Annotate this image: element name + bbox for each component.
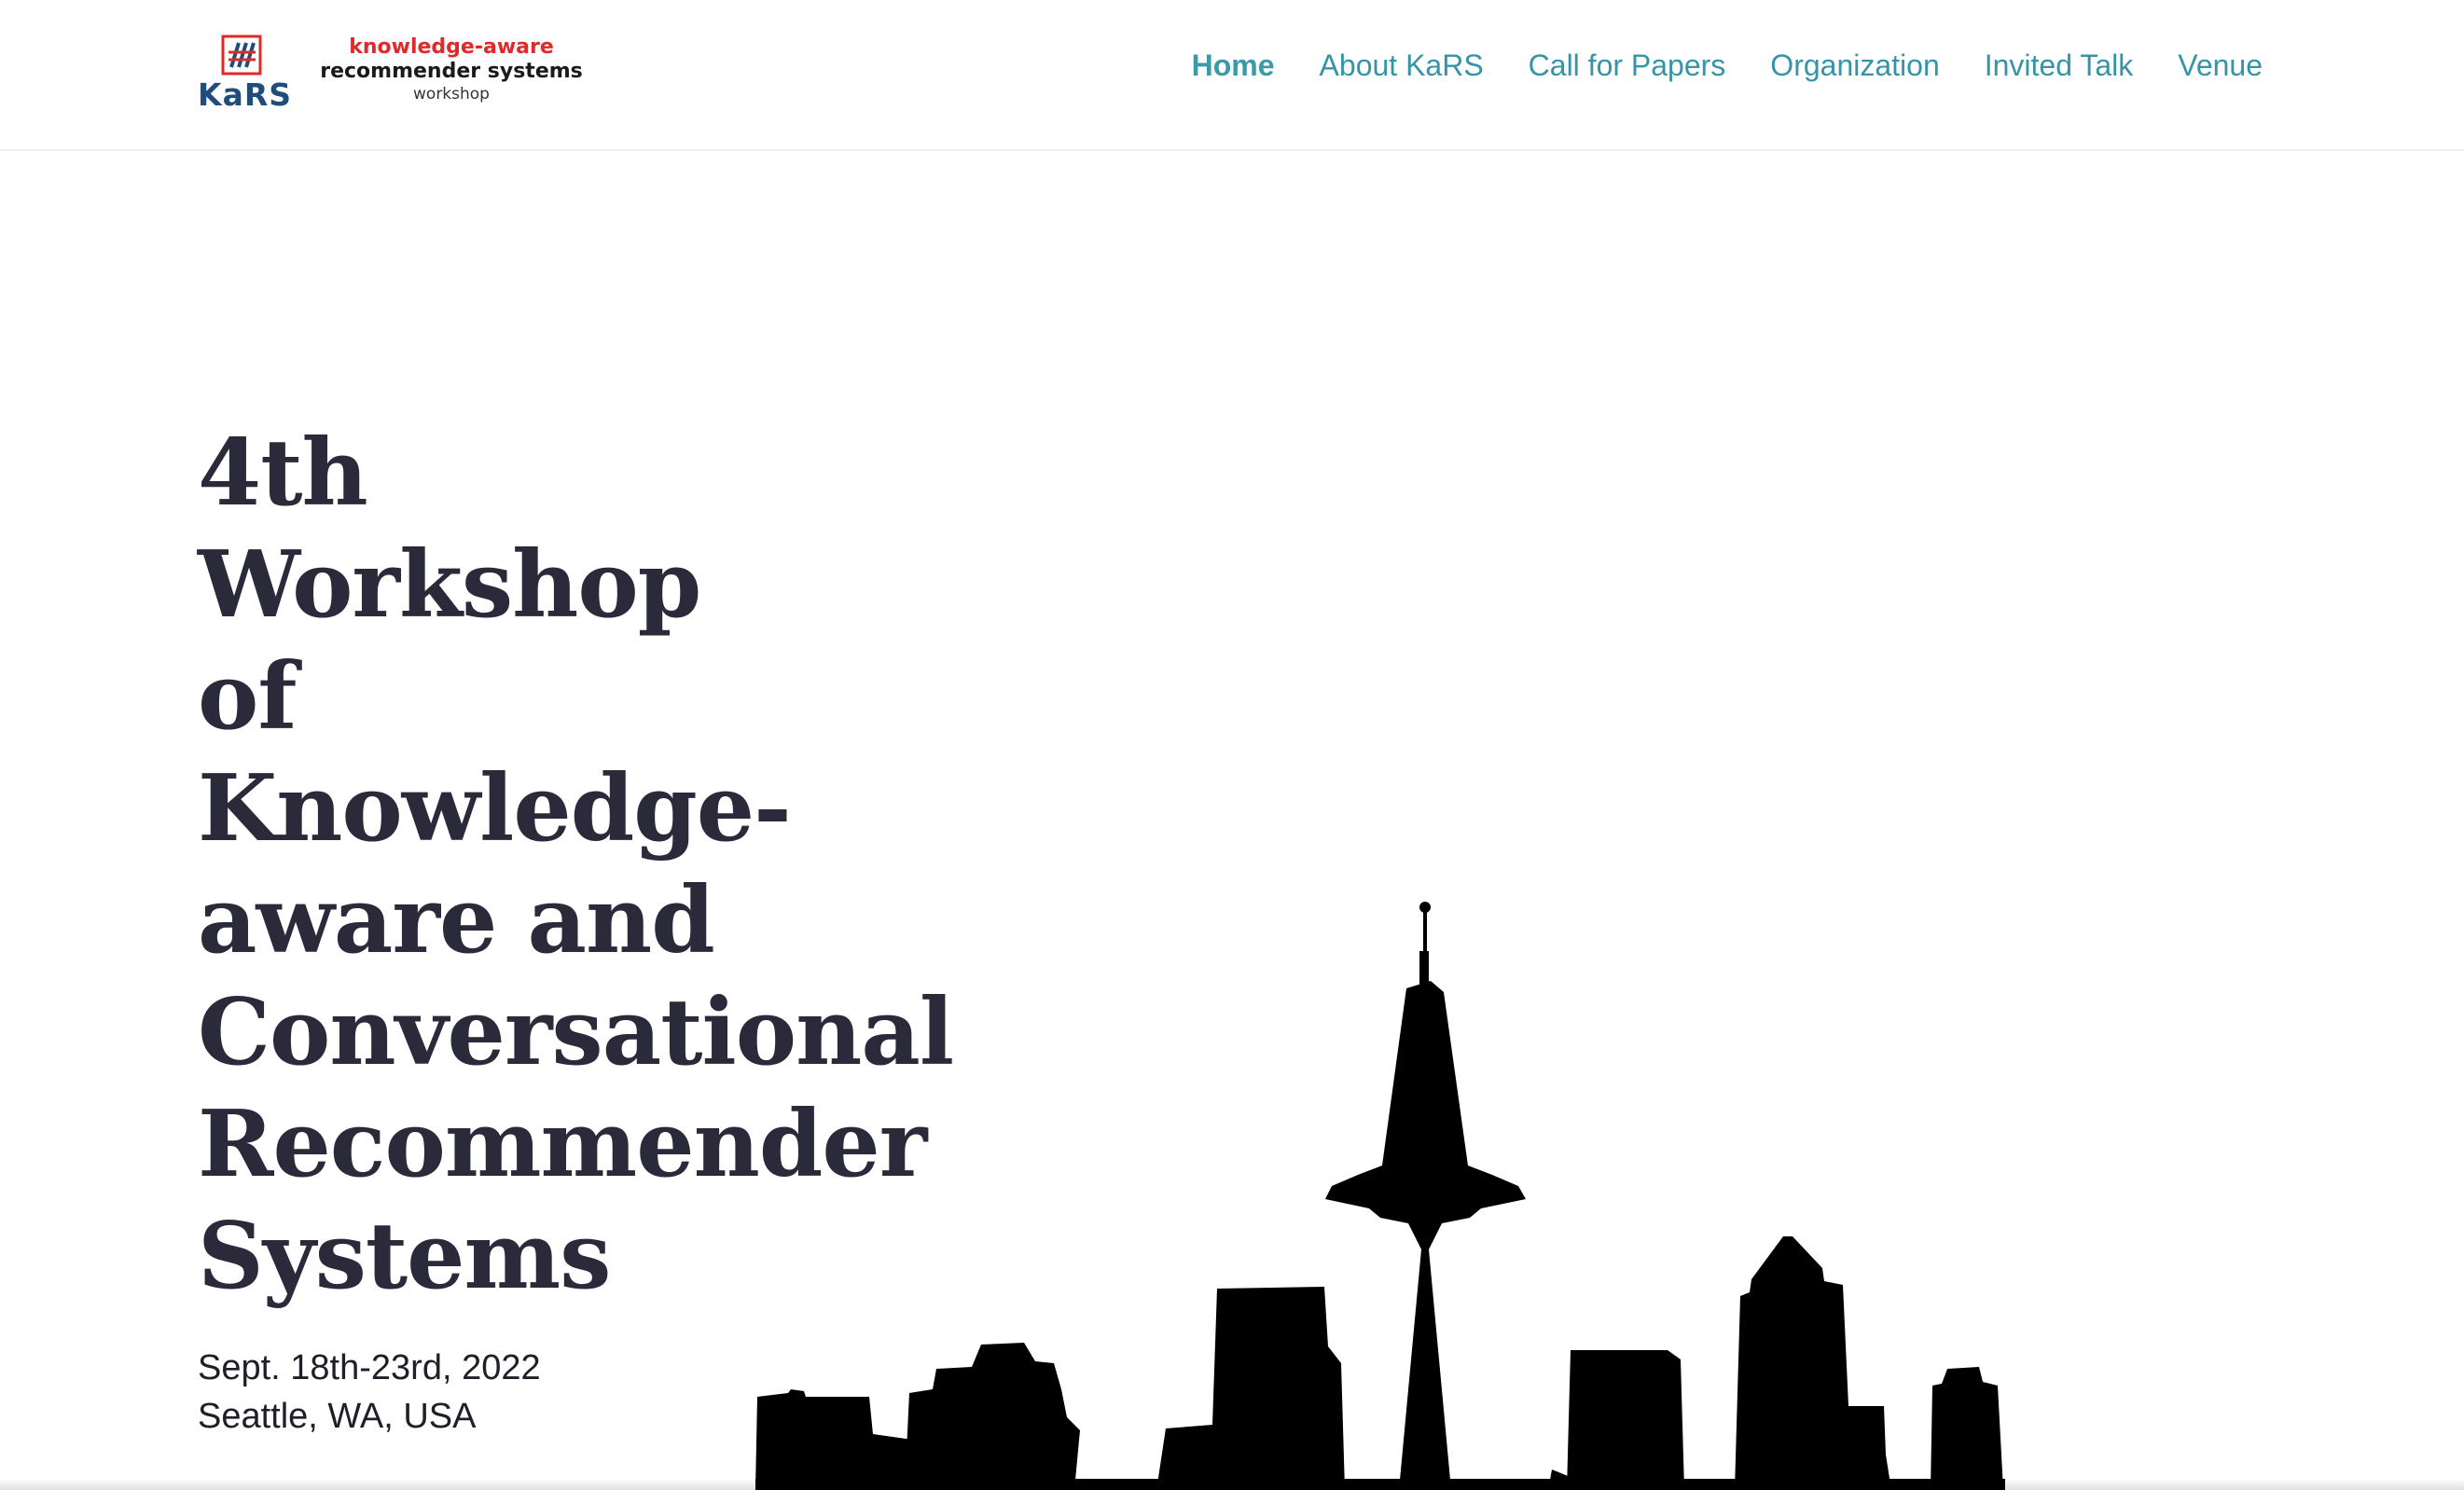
logo-text-line1: knowledge-aware [349,35,554,59]
nav-invited-talk[interactable]: Invited Talk [1985,48,2134,83]
logo-emblem-icon [221,34,262,76]
event-date: Sept. 18th-23rd, 2022 [198,1348,541,1387]
seattle-skyline-image [755,902,2005,1490]
logo-text-line2: recommender systems [320,60,583,83]
nav-venue[interactable]: Venue [2178,48,2263,83]
nav-about[interactable]: About KaRS [1320,48,1484,83]
kars-logo-mark: KaRS [198,34,291,113]
title-line: Workshop [198,531,701,639]
event-location: Seattle, WA, USA [198,1397,477,1436]
title-line: of [198,643,298,751]
site-header: KaRS knowledge-aware recommender systems… [0,0,2464,151]
logo-mark-text: KaRS [198,76,293,113]
main-nav: Home About KaRS Call for Papers Organiza… [1192,48,2263,83]
title-line: Knowledge- [198,755,792,862]
nav-home[interactable]: Home [1192,48,1275,83]
nav-call-for-papers[interactable]: Call for Papers [1529,48,1726,83]
nav-organization[interactable]: Organization [1770,48,1939,83]
title-line: 4th [198,420,368,527]
logo-text-line3: workshop [413,85,490,103]
site-logo[interactable]: KaRS knowledge-aware recommender systems… [198,34,589,113]
